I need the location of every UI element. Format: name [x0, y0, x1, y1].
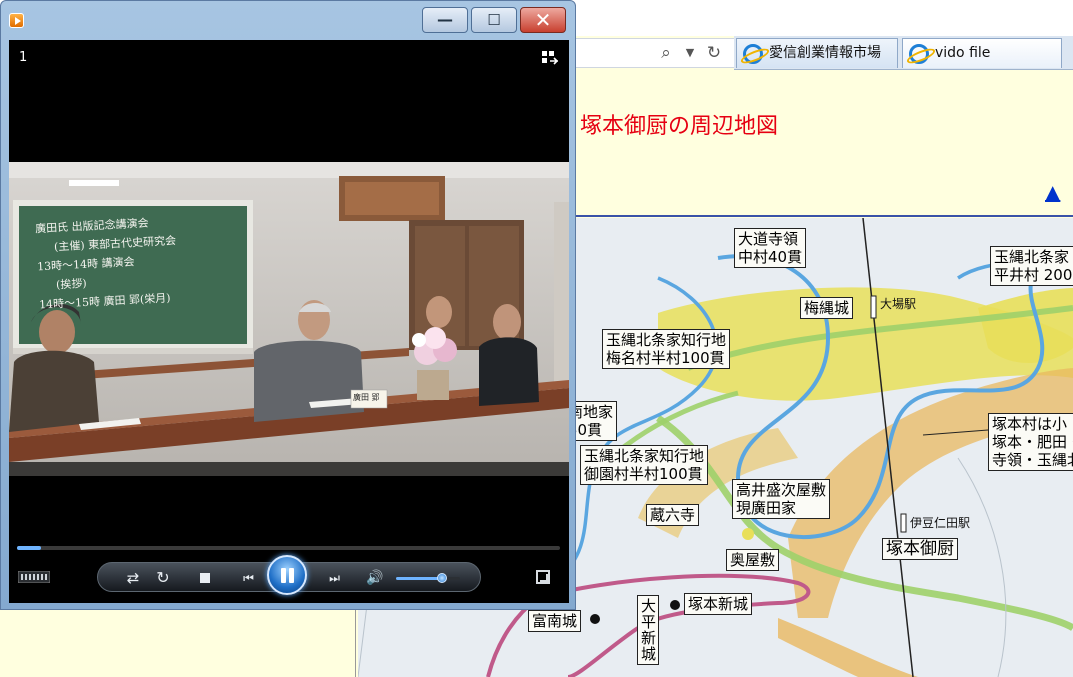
minimize-button[interactable]: —	[422, 7, 468, 33]
chevron-down-icon[interactable]: ▼	[679, 42, 701, 64]
volume-slider[interactable]	[396, 573, 460, 583]
speaker-icon[interactable]: 🔊	[364, 568, 386, 588]
blackboard-text: 廣田氏 出版記念講演会 (主催) 東部古代史研究会 13時～14時 講演会 (挨…	[34, 216, 177, 312]
map-station-daiba: 大場駅	[880, 297, 917, 311]
map-label-okuyashiki: 奥屋敷	[726, 549, 780, 571]
map-station-izunitta: 伊豆仁田駅	[910, 516, 971, 530]
address-bar[interactable]: ⌕ ▼ ↻	[560, 38, 735, 68]
map-label-tamanawa-mison: 玉縄北条家知行地 御園村半村100貫	[580, 445, 709, 485]
video-panel[interactable]: 1 廣田氏 出版記念講演会 (主催) 東部古代史研究会 13時～14時 講演会 …	[9, 40, 569, 603]
map-label-umenawa-castle: 梅縄城	[800, 297, 854, 319]
search-icon[interactable]: ⌕	[655, 42, 677, 64]
tab-label: vido file	[935, 45, 991, 61]
fullscreen-icon[interactable]	[536, 570, 550, 584]
map-label-zorokuji: 蔵六寺	[646, 504, 700, 526]
page-title: 塚本御厨の周辺地図	[580, 114, 779, 139]
map-label-takai: 高井盛次屋敷 現廣田家	[732, 479, 831, 519]
map-label-daidoji: 大道寺領 中村40貫	[734, 228, 807, 268]
name-card: 廣田 郢	[353, 393, 380, 402]
tab-vido-file[interactable]: vido file	[902, 38, 1062, 68]
divider	[570, 215, 1073, 217]
next-icon[interactable]: ⏭	[318, 568, 348, 588]
divider	[355, 610, 356, 677]
maximize-button[interactable]: ☐	[471, 7, 517, 33]
seek-progress	[17, 546, 42, 550]
map-marker-dot	[670, 600, 680, 610]
tab-aishin[interactable]: 愛信創業情報市場	[736, 38, 898, 68]
buffering-indicator-icon	[18, 571, 50, 583]
volume-knob[interactable]	[437, 573, 448, 583]
media-player-app-icon	[9, 13, 24, 28]
previous-icon[interactable]: ⏮	[232, 568, 262, 588]
map-label-tominan-castle: 富南城	[528, 610, 582, 632]
stop-icon[interactable]	[194, 568, 216, 588]
browser-tab-strip: 愛信創業情報市場 vido file	[734, 36, 1073, 70]
map-marker-dot	[590, 614, 600, 624]
map-label-tamanawa-hirai: 玉縄北条家 平井村 200	[990, 246, 1073, 286]
ie-icon	[909, 44, 929, 64]
back-to-top-link[interactable]: ▲	[1045, 180, 1060, 204]
seek-bar[interactable]	[17, 546, 560, 550]
repeat-icon[interactable]: ↻	[152, 568, 174, 588]
map-label-taihei-shinjo: 大平新城	[637, 595, 659, 665]
ie-icon	[743, 44, 763, 64]
video-frame[interactable]: 廣田氏 出版記念講演会 (主催) 東部古代史研究会 13時～14時 講演会 (挨…	[9, 162, 569, 476]
track-number: 1	[19, 50, 28, 65]
refresh-icon[interactable]: ↻	[703, 42, 725, 64]
volume-level	[396, 577, 443, 580]
video-scene	[9, 162, 569, 476]
media-player-window[interactable]: — ☐ ✕ 1 廣田氏 出版記念講演会 (主催) 東部古代史研究会 13時～14…	[0, 0, 576, 610]
tab-label: 愛信創業情報市場	[769, 45, 881, 61]
shuffle-icon[interactable]: ⇄	[122, 568, 144, 588]
map-label-tamanawa-umena: 玉縄北条家知行地 梅名村半村100貫	[602, 329, 731, 369]
close-button[interactable]: ✕	[520, 7, 566, 33]
map-label-tsukamoto-shinjo: 塚本新城	[684, 593, 753, 615]
map-label-tsukamoto-mikuriya: 塚本御厨	[882, 538, 958, 560]
switch-to-library-icon[interactable]	[541, 50, 559, 66]
map-label-tsukamoto-note: 塚本村は小 塚本・肥田・ 寺領・玉縄北	[988, 413, 1073, 471]
pause-button[interactable]	[267, 555, 307, 595]
